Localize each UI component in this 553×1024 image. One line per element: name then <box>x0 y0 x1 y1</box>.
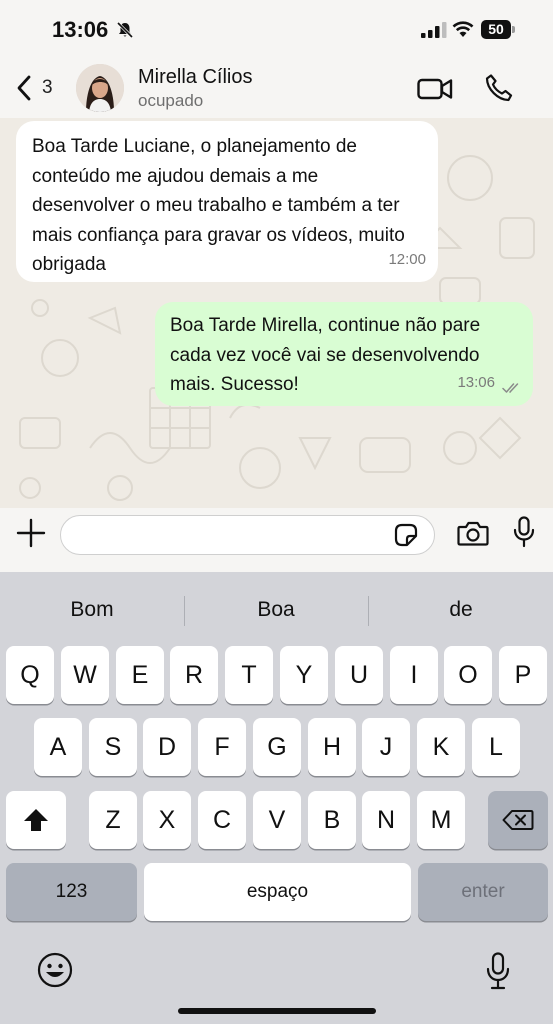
contact-name[interactable]: Mirella Cílios <box>138 66 252 89</box>
emoji-icon[interactable] <box>37 952 73 988</box>
key-m[interactable]: M <box>417 791 465 849</box>
double-check-icon <box>502 383 519 394</box>
key-i[interactable]: I <box>390 646 438 704</box>
key-d[interactable]: D <box>143 718 191 776</box>
key-b[interactable]: B <box>308 791 356 849</box>
chat-header: 3 Mirella Cílios ocupado <box>0 60 553 118</box>
shift-icon <box>24 809 48 831</box>
suggestion-item[interactable]: de <box>369 590 553 630</box>
suggestion-item[interactable]: Boa <box>184 590 368 630</box>
backspace-icon <box>502 810 534 830</box>
message-bubble-incoming[interactable]: Boa Tarde Luciane, o planejamento de con… <box>16 121 438 282</box>
key-e[interactable]: E <box>116 646 164 704</box>
dictation-mic-icon[interactable] <box>485 952 511 990</box>
chat-area[interactable]: Boa Tarde Luciane, o planejamento de con… <box>0 118 553 508</box>
numbers-key[interactable]: 123 <box>6 863 137 921</box>
key-f[interactable]: F <box>198 718 246 776</box>
key-s[interactable]: S <box>89 718 137 776</box>
status-time: 13:06 <box>52 17 109 42</box>
contact-status: ocupado <box>138 91 204 110</box>
key-q[interactable]: Q <box>6 646 54 704</box>
key-l[interactable]: L <box>472 718 520 776</box>
back-button[interactable]: 3 <box>16 72 68 104</box>
video-camera-icon[interactable] <box>417 75 453 103</box>
key-r[interactable]: R <box>170 646 218 704</box>
bell-slash-icon <box>116 21 134 39</box>
microphone-icon[interactable] <box>513 516 535 548</box>
camera-icon[interactable] <box>457 519 489 547</box>
message-text: Boa Tarde Mirella, continue não pare cad… <box>170 315 481 395</box>
status-bar: 13:06 50 <box>0 0 553 60</box>
message-input[interactable] <box>60 515 435 555</box>
key-o[interactable]: O <box>444 646 492 704</box>
key-y[interactable]: Y <box>280 646 328 704</box>
key-z[interactable]: Z <box>89 791 137 849</box>
compose-bar <box>0 508 553 572</box>
avatar[interactable] <box>76 64 124 112</box>
key-a[interactable]: A <box>34 718 82 776</box>
key-j[interactable]: J <box>362 718 410 776</box>
key-n[interactable]: N <box>362 791 410 849</box>
suggestion-item[interactable]: Bom <box>0 590 184 630</box>
message-text: Boa Tarde Luciane, o planejamento de con… <box>32 136 405 275</box>
keyboard: Bom Boa de Q W E R T Y U I O P A S D F G… <box>0 572 553 1024</box>
key-g[interactable]: G <box>253 718 301 776</box>
key-w[interactable]: W <box>61 646 109 704</box>
space-key[interactable]: espaço <box>144 863 411 921</box>
enter-key[interactable]: enter <box>418 863 548 921</box>
plus-icon[interactable] <box>16 518 46 548</box>
key-p[interactable]: P <box>499 646 547 704</box>
backspace-key[interactable] <box>488 791 548 849</box>
chevron-left-icon <box>17 75 31 101</box>
sticker-icon[interactable] <box>393 522 419 548</box>
message-time: 12:00 <box>388 250 426 268</box>
key-t[interactable]: T <box>225 646 273 704</box>
battery-icon: 50 <box>481 20 515 39</box>
key-k[interactable]: K <box>417 718 465 776</box>
home-indicator[interactable] <box>178 1008 376 1014</box>
signal-icon <box>421 22 447 38</box>
key-u[interactable]: U <box>335 646 383 704</box>
message-time: 13:06 <box>457 373 495 391</box>
key-v[interactable]: V <box>253 791 301 849</box>
key-h[interactable]: H <box>308 718 356 776</box>
suggestion-bar: Bom Boa de <box>0 590 553 630</box>
key-c[interactable]: C <box>198 791 246 849</box>
phone-icon[interactable] <box>484 73 514 103</box>
unread-count: 3 <box>42 77 53 98</box>
key-x[interactable]: X <box>143 791 191 849</box>
shift-key[interactable] <box>6 791 66 849</box>
battery-level: 50 <box>481 20 511 39</box>
message-bubble-outgoing[interactable]: Boa Tarde Mirella, continue não pare cad… <box>155 302 533 406</box>
wifi-icon <box>452 21 474 37</box>
